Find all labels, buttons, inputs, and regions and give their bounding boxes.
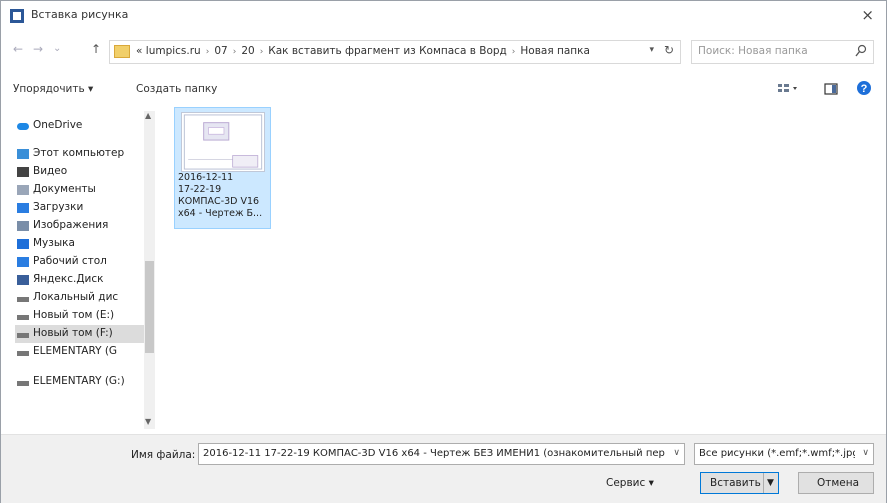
breadcrumb-separator-icon: › <box>259 47 264 57</box>
filename-label: Имя файла: <box>131 449 196 461</box>
sidebar-item[interactable]: Новый том (F:) <box>15 325 147 343</box>
breadcrumb-separator-icon: › <box>232 47 237 57</box>
sidebar-item-label: Музыка <box>33 237 75 249</box>
organize-button[interactable]: Упорядочить ▾ <box>13 83 93 95</box>
breadcrumb: « lumpics.ru › 07 › 20 › Как вставить фрагмент… <box>136 45 590 57</box>
insert-picture-dialog: Вставка рисунка × ← → ⌄ ↑ « lumpics.ru › 0… <box>0 0 887 503</box>
document-icon <box>17 185 29 195</box>
sidebar-item-label: Локальный дис <box>33 291 119 303</box>
drive-icon <box>17 333 29 338</box>
sidebar-item[interactable]: Документы <box>15 181 147 199</box>
music-icon <box>17 239 29 249</box>
sidebar-item[interactable]: Новый том (E:) <box>15 307 147 325</box>
sidebar-item-label: ELEMENTARY (G <box>33 345 118 357</box>
sidebar-item[interactable]: Загрузки <box>15 199 147 217</box>
breadcrumb-item[interactable]: Новая папка <box>520 45 590 57</box>
navigation-pane: OneDrive Этот компьютер Видео Документы Загр… <box>15 111 155 429</box>
desktop-icon <box>17 257 29 267</box>
sidebar-item[interactable]: OneDrive <box>15 117 147 135</box>
file-name: 2016-12-11 17-22-19 КОМПАС-3D V16 x64 - … <box>178 172 263 219</box>
sidebar-item[interactable]: ELEMENTARY (G:) <box>15 373 147 391</box>
close-button[interactable]: × <box>861 6 874 24</box>
video-icon <box>17 167 29 177</box>
computer-icon <box>17 149 29 159</box>
scrollbar-thumb[interactable] <box>145 261 154 353</box>
sidebar-item[interactable]: Яндекс.Диск <box>15 271 147 289</box>
sidebar-item-label: Новый том (F:) <box>33 327 113 339</box>
cancel-button[interactable]: Отмена <box>798 472 874 494</box>
search-icon[interactable] <box>855 44 867 58</box>
search-input[interactable]: Поиск: Новая папка <box>698 45 808 57</box>
filetype-value: Все рисунки (*.emf;*.wmf;*.jpg <box>699 448 855 459</box>
svg-text:?: ? <box>861 83 868 95</box>
insert-dropdown-icon[interactable]: ▼ <box>767 478 774 488</box>
filename-field[interactable]: 2016-12-11 17-22-19 КОМПАС-3D V16 x64 - … <box>203 448 665 459</box>
breadcrumb-item[interactable]: 20 <box>241 45 254 57</box>
sidebar-item[interactable]: Изображения <box>15 217 147 235</box>
drive-icon <box>17 381 29 386</box>
address-dropdown-button[interactable]: ▾ <box>649 45 654 55</box>
forward-button[interactable]: → <box>33 42 43 56</box>
command-bar: Упорядочить ▾ Создать папку ? <box>1 77 886 103</box>
help-icon[interactable]: ? <box>856 80 872 96</box>
sidebar-item-label: Изображения <box>33 219 109 231</box>
sidebar-item-label: Документы <box>33 183 96 195</box>
breadcrumb-separator-icon: › <box>511 47 516 57</box>
word-app-icon <box>10 9 24 23</box>
drive-icon <box>17 351 29 356</box>
filename-combobox[interactable]: 2016-12-11 17-22-19 КОМПАС-3D V16 x64 - … <box>198 443 685 465</box>
file-item[interactable]: 2016-12-11 17-22-19 КОМПАС-3D V16 x64 - … <box>174 107 271 229</box>
chevron-down-icon[interactable]: ∨ <box>862 448 869 458</box>
sidebar-item[interactable]: Этот компьютер <box>15 145 147 163</box>
download-icon <box>17 203 29 213</box>
breadcrumb-separator-icon: › <box>205 47 210 57</box>
title-bar: Вставка рисунка × <box>1 1 886 31</box>
filetype-select[interactable]: Все рисунки (*.emf;*.wmf;*.jpg ∨ <box>694 443 874 465</box>
drawing-thumbnail <box>181 112 265 172</box>
cloud-icon <box>17 123 29 130</box>
preview-pane-icon[interactable] <box>824 82 838 96</box>
drive-icon <box>17 315 29 320</box>
cancel-button-label: Отмена <box>817 477 860 489</box>
navigation-scrollbar[interactable]: ▲ ▼ <box>144 111 155 429</box>
service-menu-button[interactable]: Сервис ▾ <box>606 477 654 489</box>
scroll-down-icon[interactable]: ▼ <box>145 417 151 426</box>
sidebar-item-label: Рабочий стол <box>33 255 107 267</box>
bottom-panel: Имя файла: 2016-12-11 17-22-19 КОМПАС-3D… <box>1 434 886 503</box>
breadcrumb-item[interactable]: Как вставить фрагмент из Компаса в Ворд <box>268 45 507 57</box>
sidebar-item-label: Яндекс.Диск <box>33 273 104 285</box>
sidebar-item-label: OneDrive <box>33 119 83 131</box>
folder-icon <box>114 45 130 58</box>
new-folder-button[interactable]: Создать папку <box>136 83 217 95</box>
sidebar-item[interactable]: Видео <box>15 163 147 181</box>
drive-icon <box>17 297 29 302</box>
address-row: ← → ⌄ ↑ « lumpics.ru › 07 › 20 › Как вставить … <box>1 35 886 65</box>
scroll-up-icon[interactable]: ▲ <box>145 111 151 120</box>
sidebar-item-label: Загрузки <box>33 201 84 213</box>
chevron-down-icon[interactable]: ∨ <box>673 448 680 458</box>
refresh-icon[interactable]: ↻ <box>664 43 674 57</box>
back-button[interactable]: ← <box>13 42 23 56</box>
breadcrumb-item[interactable]: lumpics.ru <box>146 45 201 57</box>
image-icon <box>17 221 29 231</box>
window-title: Вставка рисунка <box>31 8 129 21</box>
search-box[interactable]: Поиск: Новая папка <box>691 40 874 64</box>
split-divider <box>763 473 764 493</box>
sidebar-item-label: Видео <box>33 165 68 177</box>
yandex-disk-icon <box>17 275 29 285</box>
view-options-icon[interactable] <box>777 82 799 96</box>
sidebar-item[interactable]: Рабочий стол <box>15 253 147 271</box>
sidebar-item[interactable]: Музыка <box>15 235 147 253</box>
sidebar-item[interactable]: Локальный дис <box>15 289 147 307</box>
sidebar-item-label: Этот компьютер <box>33 147 125 159</box>
sidebar-item[interactable]: ELEMENTARY (G <box>15 343 147 361</box>
breadcrumb-item[interactable]: 07 <box>214 45 227 57</box>
sidebar-item-label: ELEMENTARY (G:) <box>33 375 125 387</box>
insert-button-label: Вставить <box>710 477 761 489</box>
address-bar[interactable]: « lumpics.ru › 07 › 20 › Как вставить фрагмент… <box>109 40 681 64</box>
insert-button[interactable]: Вставить ▼ <box>700 472 779 494</box>
sidebar-item-label: Новый том (E:) <box>33 309 115 321</box>
recent-locations-button[interactable]: ⌄ <box>53 43 61 54</box>
up-button[interactable]: ↑ <box>91 42 101 56</box>
